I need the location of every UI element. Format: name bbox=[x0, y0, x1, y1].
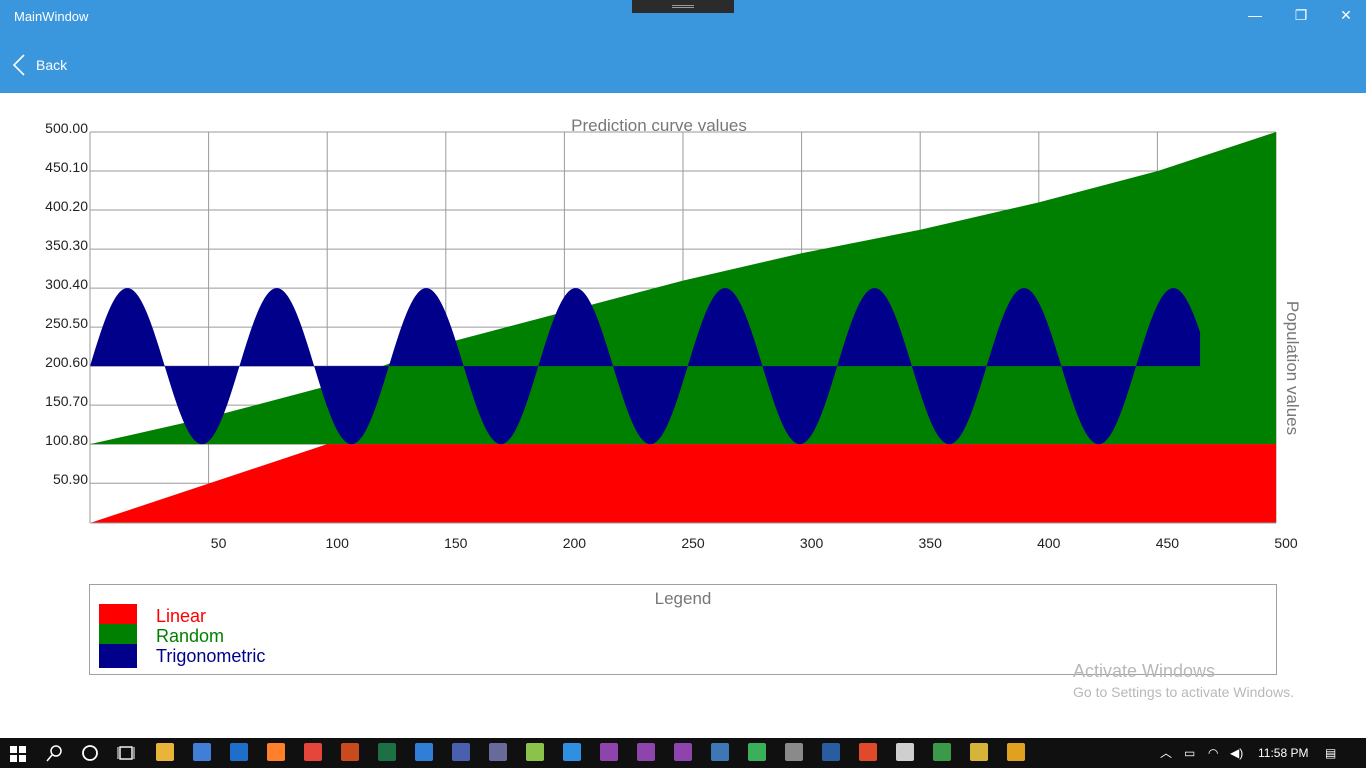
minimize-button[interactable]: — bbox=[1243, 4, 1267, 26]
visual-studio-icon[interactable] bbox=[674, 743, 692, 761]
app-icon[interactable] bbox=[785, 743, 803, 761]
powershell-icon[interactable] bbox=[822, 743, 840, 761]
action-center-icon[interactable]: ▤ bbox=[1325, 738, 1336, 768]
y-tick-label: 50.90 bbox=[53, 471, 88, 487]
chrome-icon[interactable] bbox=[304, 743, 322, 761]
app-icon[interactable] bbox=[933, 743, 951, 761]
prediction-chart: 50 100 150 200 250 300 350 400 450 500 50.90 100.80… bbox=[45, 116, 1302, 551]
title-bar: MainWindow — ❐ ✕ Back bbox=[0, 0, 1366, 93]
edge-icon[interactable] bbox=[415, 743, 433, 761]
clock[interactable]: 11:58 PM bbox=[1258, 738, 1308, 768]
y-tick-label: 350.30 bbox=[45, 237, 88, 253]
app-icon[interactable] bbox=[859, 743, 877, 761]
watermark-subtitle: Go to Settings to activate Windows. bbox=[1073, 684, 1294, 700]
visual-studio-icon[interactable] bbox=[600, 743, 618, 761]
watermark-title: Activate Windows bbox=[1073, 661, 1216, 681]
back-label: Back bbox=[36, 57, 68, 73]
legend-label: Trigonometric bbox=[156, 645, 266, 666]
y-axis-title: Population values bbox=[1283, 301, 1302, 435]
app-icon[interactable] bbox=[970, 743, 988, 761]
app-icon[interactable] bbox=[1007, 743, 1025, 761]
task-view-icon[interactable] bbox=[117, 744, 135, 767]
chart-title: Prediction curve values bbox=[571, 116, 747, 135]
wifi-icon[interactable]: ◠ bbox=[1208, 738, 1218, 768]
android-studio-icon[interactable] bbox=[526, 743, 544, 761]
series-area-linear bbox=[90, 444, 1276, 523]
activate-windows-watermark: Activate Windows Go to Settings to activ… bbox=[1073, 661, 1294, 700]
back-button[interactable]: Back bbox=[12, 52, 67, 78]
app-icon[interactable] bbox=[452, 743, 470, 761]
x-tick-label: 500 bbox=[1274, 535, 1298, 551]
close-button[interactable]: ✕ bbox=[1334, 4, 1358, 26]
y-tick-label: 250.50 bbox=[45, 315, 88, 331]
x-tick-label: 250 bbox=[681, 535, 705, 551]
virtualbox-icon[interactable] bbox=[896, 743, 914, 761]
python-icon[interactable] bbox=[711, 743, 729, 761]
show-hidden-icons-icon[interactable]: ︿ bbox=[1160, 738, 1172, 768]
visual-studio-icon[interactable] bbox=[637, 743, 655, 761]
app-icon[interactable] bbox=[489, 743, 507, 761]
app-icon[interactable] bbox=[341, 743, 359, 761]
window-title: MainWindow bbox=[14, 9, 89, 24]
y-tick-label: 300.40 bbox=[45, 276, 88, 292]
y-tick-label: 200.60 bbox=[45, 354, 88, 370]
y-tick-label: 100.80 bbox=[45, 432, 88, 448]
y-tick-label: 400.20 bbox=[45, 198, 88, 214]
x-tick-label: 100 bbox=[326, 535, 350, 551]
firefox-icon[interactable] bbox=[267, 743, 285, 761]
excel-icon[interactable] bbox=[378, 743, 396, 761]
x-tick-label: 350 bbox=[919, 535, 943, 551]
x-tick-label: 150 bbox=[444, 535, 468, 551]
tablet-drag-handle[interactable] bbox=[632, 0, 734, 13]
x-tick-label: 450 bbox=[1156, 535, 1180, 551]
y-tick-label: 450.10 bbox=[45, 159, 88, 175]
x-tick-label: 50 bbox=[211, 535, 227, 551]
store-icon[interactable] bbox=[193, 743, 211, 761]
taskbar: ︿ ▭ ◠ ◀) 11:58 PM ▤ bbox=[0, 738, 1366, 768]
search-icon[interactable] bbox=[46, 744, 64, 767]
x-tick-label: 200 bbox=[563, 535, 587, 551]
file-explorer-icon[interactable] bbox=[156, 743, 174, 761]
windows-start-icon[interactable] bbox=[10, 746, 26, 767]
mail-icon[interactable] bbox=[230, 743, 248, 761]
x-tick-label: 300 bbox=[800, 535, 824, 551]
y-tick-label: 500.00 bbox=[45, 120, 88, 136]
cortana-icon[interactable] bbox=[81, 744, 99, 767]
x-tick-label: 400 bbox=[1037, 535, 1061, 551]
legend-swatch-trigonometric bbox=[99, 644, 137, 668]
maximize-button[interactable]: ❐ bbox=[1289, 4, 1313, 26]
app-icon[interactable] bbox=[748, 743, 766, 761]
legend-item-trigonometric: Trigonometric bbox=[99, 644, 265, 668]
y-tick-label: 150.70 bbox=[45, 393, 88, 409]
vscode-icon[interactable] bbox=[563, 743, 581, 761]
chevron-left-icon bbox=[12, 54, 25, 76]
volume-icon[interactable]: ◀) bbox=[1230, 738, 1243, 768]
battery-icon[interactable]: ▭ bbox=[1184, 738, 1195, 768]
legend-title: Legend bbox=[654, 589, 712, 608]
